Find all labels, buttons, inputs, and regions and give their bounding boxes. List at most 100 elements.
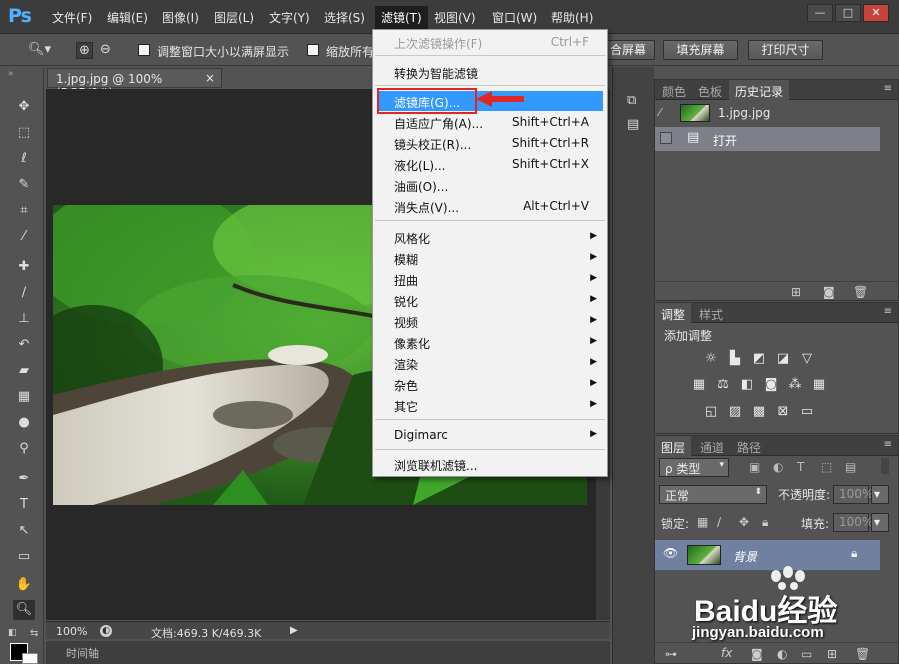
status-menu-arrow-icon[interactable]: ▶ — [290, 625, 298, 636]
liquify-item[interactable]: 液化(L)... — [394, 157, 446, 174]
filter-toggle[interactable] — [881, 458, 889, 474]
fill-dropdown-icon[interactable]: ▾ — [871, 513, 889, 532]
clone-stamp-tool-icon[interactable]: ⊥ — [13, 309, 35, 329]
gradient-map-icon[interactable]: ▭ — [799, 404, 815, 420]
lock-pixels-icon[interactable]: ∕ — [717, 515, 721, 529]
panel-menu-icon[interactable]: ≡ — [884, 439, 892, 450]
tab-channels[interactable]: 通道 — [700, 439, 724, 456]
filter-type-icon[interactable]: T — [797, 460, 804, 474]
resize-window-checkbox[interactable] — [138, 44, 150, 56]
menu-edit[interactable]: 编辑(E) — [107, 9, 148, 26]
browse-filters-online-item[interactable]: 浏览联机滤镜... — [394, 457, 477, 474]
new-layer-icon[interactable]: ⊞ — [827, 647, 837, 661]
hand-tool-icon[interactable]: ✋ — [13, 575, 35, 595]
tab-swatches[interactable]: 色板 — [698, 83, 722, 100]
submenu-noise[interactable]: 杂色 — [394, 377, 418, 394]
shape-tool-icon[interactable]: ▭ — [13, 547, 35, 567]
swap-colors-icon[interactable]: ⇆ — [30, 628, 38, 639]
tab-color[interactable]: 颜色 — [662, 83, 686, 100]
add-mask-icon[interactable]: ◙ — [751, 647, 763, 661]
levels-icon[interactable]: ▙ — [727, 351, 743, 367]
invert-icon[interactable]: ◱ — [703, 404, 719, 420]
print-size-button[interactable]: 打印尺寸 — [748, 40, 823, 60]
history-snapshot[interactable]: ⁄ 1.jpg.jpg — [655, 102, 880, 126]
tab-layers[interactable]: 图层 — [655, 436, 692, 456]
zoom-level[interactable]: 100% — [56, 625, 87, 638]
fill-input[interactable]: 100% — [833, 513, 873, 532]
menu-type[interactable]: 文字(Y) — [269, 9, 310, 26]
menu-layer[interactable]: 图层(L) — [214, 9, 254, 26]
submenu-other[interactable]: 其它 — [394, 398, 418, 415]
last-filter-item[interactable]: 上次滤镜操作(F) — [394, 35, 482, 52]
layer-filter-kind[interactable]: ρ 类型 ▾ — [659, 458, 729, 477]
blur-tool-icon[interactable]: ● — [13, 413, 35, 433]
tab-styles[interactable]: 样式 — [699, 306, 723, 323]
path-select-tool-icon[interactable]: ↖ — [13, 521, 35, 541]
submenu-render[interactable]: 渲染 — [394, 356, 418, 373]
filter-adjustment-icon[interactable]: ◐ — [773, 460, 783, 474]
zoom-in-icon[interactable]: ⊕ — [76, 42, 93, 59]
menu-view[interactable]: 视图(V) — [434, 9, 476, 26]
oil-paint-item[interactable]: 油画(O)... — [394, 178, 448, 195]
status-info-icon[interactable]: ◐ — [100, 625, 112, 637]
menu-window[interactable]: 窗口(W) — [492, 9, 537, 26]
properties-panel-icon[interactable]: ▤ — [627, 117, 639, 132]
menu-image[interactable]: 图像(I) — [162, 9, 199, 26]
menu-select[interactable]: 选择(S) — [324, 9, 365, 26]
layer-style-icon[interactable]: fx — [721, 646, 732, 660]
link-layers-icon[interactable]: ⊶ — [665, 647, 677, 661]
minimize-button[interactable]: — — [807, 4, 833, 22]
opacity-input[interactable]: 100% — [833, 485, 873, 504]
submenu-distort[interactable]: 扭曲 — [394, 272, 418, 289]
vibrance-icon[interactable]: ▽ — [799, 351, 815, 367]
color-balance-icon[interactable]: ⚖ — [715, 377, 731, 393]
tab-paths[interactable]: 路径 — [737, 439, 761, 456]
lock-position-icon[interactable]: ✥ — [739, 515, 749, 529]
black-white-icon[interactable]: ◧ — [739, 377, 755, 393]
close-tab-icon[interactable]: × — [205, 71, 215, 85]
history-brush-tool-icon[interactable]: ↶ — [13, 335, 35, 355]
vanishing-point-item[interactable]: 消失点(V)... — [394, 199, 459, 216]
menu-filter[interactable]: 滤镜(T) — [375, 6, 428, 29]
hue-saturation-icon[interactable]: ▦ — [691, 377, 707, 393]
tab-adjustments[interactable]: 调整 — [655, 303, 692, 323]
adjustment-layer-icon[interactable]: ◐ — [777, 647, 787, 661]
default-colors-icon[interactable]: ◧ — [8, 628, 17, 638]
panel-menu-icon[interactable]: ≡ — [884, 306, 892, 317]
zoom-all-checkbox[interactable] — [307, 44, 319, 56]
threshold-icon[interactable]: ▩ — [751, 404, 767, 420]
submenu-video[interactable]: 视频 — [394, 314, 418, 331]
lens-correction-item[interactable]: 镜头校正(R)... — [394, 136, 471, 153]
marquee-tool-icon[interactable]: ⬚ — [13, 123, 35, 143]
filter-shape-icon[interactable]: ⬚ — [821, 460, 832, 474]
maximize-button[interactable]: □ — [835, 4, 861, 22]
background-color-swatch[interactable] — [22, 653, 38, 664]
color-lookup-icon[interactable]: ▦ — [811, 377, 827, 393]
posterize-icon[interactable]: ▨ — [727, 404, 743, 420]
menu-file[interactable]: 文件(F) — [52, 9, 92, 26]
submenu-sharpen[interactable]: 锐化 — [394, 293, 418, 310]
lock-transparent-icon[interactable]: ▦ — [697, 515, 708, 529]
history-step-checkbox[interactable] — [660, 132, 672, 144]
gradient-tool-icon[interactable]: ▦ — [13, 387, 35, 407]
tab-history[interactable]: 历史记录 — [729, 80, 790, 100]
zoom-tool-icon[interactable]: 🔍︎▾ — [28, 42, 51, 57]
crop-tool-icon[interactable]: ⌗ — [13, 201, 35, 221]
smart-filter-item[interactable]: 转换为智能滤镜 — [394, 65, 478, 82]
submenu-pixelate[interactable]: 像素化 — [394, 335, 430, 352]
document-tab[interactable]: 1.jpg.jpg @ 100%(RGB/8#) × — [47, 68, 222, 100]
adaptive-wide-angle-item[interactable]: 自适应广角(A)... — [394, 115, 483, 132]
lasso-tool-icon[interactable]: ℓ — [13, 149, 35, 169]
close-button[interactable]: ✕ — [863, 4, 889, 22]
submenu-stylize[interactable]: 风格化 — [394, 230, 430, 247]
filter-smart-object-icon[interactable]: ▤ — [845, 460, 856, 474]
healing-brush-tool-icon[interactable]: ✚ — [13, 257, 35, 277]
zoom-tool-icon[interactable]: 🔍︎ — [13, 600, 35, 620]
brush-tool-icon[interactable]: ∕ — [13, 283, 35, 303]
blend-mode-select[interactable]: 正常 ⬍ — [659, 485, 767, 504]
channel-mixer-icon[interactable]: ⁂ — [787, 377, 803, 393]
photo-filter-icon[interactable]: ◙ — [763, 377, 779, 393]
dodge-tool-icon[interactable]: ⚲ — [13, 439, 35, 459]
fill-screen-button[interactable]: 填充屏幕 — [663, 40, 738, 60]
filter-pixel-icon[interactable]: ▣ — [749, 460, 760, 474]
